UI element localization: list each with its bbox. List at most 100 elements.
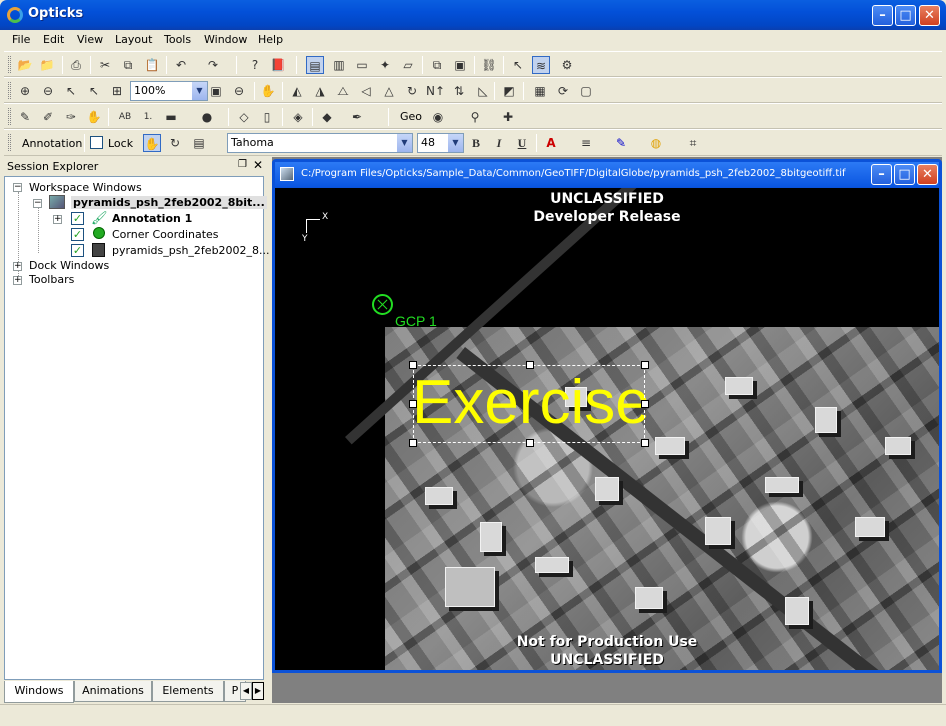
resize-handle[interactable] [526, 439, 534, 447]
cut-icon[interactable]: ✂ [96, 56, 114, 74]
resize-handle[interactable] [409, 439, 417, 447]
zoom-in-icon[interactable]: ⊕ [16, 82, 34, 100]
hand-icon[interactable]: ✋ [85, 108, 103, 126]
line-width-icon[interactable]: ≡ [577, 134, 595, 152]
pen-icon[interactable]: ✒ [348, 108, 366, 126]
menu-help[interactable]: Help [258, 33, 283, 46]
reset-orientation-icon[interactable]: △ [380, 82, 398, 100]
geo-point-icon[interactable]: ◉ [429, 108, 447, 126]
tree-item-dock-windows[interactable]: Dock Windows [29, 259, 109, 272]
book-icon[interactable]: 📕 [269, 56, 287, 74]
scroll-icon[interactable]: ▱ [399, 56, 417, 74]
menu-edit[interactable]: Edit [43, 33, 64, 46]
plugin-icon[interactable]: ✦ [376, 56, 394, 74]
crop-icon[interactable]: ⌗ [684, 134, 702, 152]
rotate-left-icon[interactable]: ◭ [288, 82, 306, 100]
image-window[interactable]: C:/Program Files/Opticks/Sample_Data/Com… [272, 159, 942, 673]
toolbar-grip[interactable] [8, 108, 11, 125]
toolbar-grip[interactable] [8, 56, 11, 73]
expand-icon[interactable]: + [53, 215, 62, 224]
print-icon[interactable]: ⎙ [67, 56, 85, 74]
child-minimize-button[interactable]: – [871, 164, 892, 185]
geo-marker-icon[interactable]: ✚ [499, 108, 517, 126]
scroll-left-icon[interactable]: ◀ [240, 682, 252, 700]
resize-handle[interactable] [641, 361, 649, 369]
menu-view[interactable]: View [77, 33, 103, 46]
copy-icon[interactable]: ⧉ [119, 56, 137, 74]
open-icon[interactable]: 📂 [16, 56, 34, 74]
zoom-to-fit-icon[interactable]: ▣ [207, 82, 225, 100]
properties-icon[interactable]: ⚙ [558, 56, 576, 74]
collapse-icon[interactable]: − [33, 199, 42, 208]
menu-file[interactable]: File [12, 33, 30, 46]
close-button[interactable]: ✕ [919, 5, 940, 26]
session-explorer-icon[interactable]: ▤ [306, 56, 324, 74]
tree-item-toolbars[interactable]: Toolbars [29, 273, 74, 286]
flip-horizontal-icon[interactable]: ⧍ [334, 82, 352, 100]
link-views-icon[interactable]: ⟳ [554, 82, 572, 100]
measure-icon[interactable]: ◈ [289, 108, 307, 126]
chevron-down-icon[interactable]: ▼ [396, 134, 412, 152]
resize-handle[interactable] [409, 400, 417, 408]
color-stretch-icon[interactable]: ◩ [500, 82, 518, 100]
bold-button[interactable]: B [467, 134, 485, 152]
child-maximize-button[interactable]: □ [894, 164, 915, 185]
rotate-right-icon[interactable]: ◮ [311, 82, 329, 100]
tree-item-workspace-windows[interactable]: Workspace Windows [29, 181, 142, 194]
chevron-down-icon[interactable]: ▼ [191, 82, 207, 100]
refresh-icon[interactable]: ↻ [403, 82, 421, 100]
corner-coordinates-checkbox[interactable]: ✓ [71, 228, 84, 241]
layer-select-icon[interactable]: ≋ [532, 56, 550, 74]
resize-handle[interactable] [641, 439, 649, 447]
title-bar[interactable]: Opticks – □ ✕ [0, 0, 946, 30]
pan-icon[interactable]: ✋ [259, 82, 277, 100]
tab-windows[interactable]: Windows [4, 681, 74, 703]
child-close-button[interactable]: ✕ [917, 164, 938, 185]
open-folder-icon[interactable]: 📁 [38, 56, 56, 74]
zoom-out-icon[interactable]: ⊖ [39, 82, 57, 100]
point-tool-icon[interactable]: ● [198, 108, 216, 126]
tree-item-dataset[interactable]: pyramids_psh_2feb2002_8bit... [71, 196, 267, 209]
flip-vertical-icon[interactable]: ◁ [357, 82, 375, 100]
maximize-button[interactable]: □ [895, 5, 916, 26]
menu-window[interactable]: Window [204, 33, 247, 46]
toolbar-grip[interactable] [8, 82, 11, 99]
line-color-icon[interactable]: ✎ [612, 134, 630, 152]
geo-pin-icon[interactable]: ⚲ [466, 108, 484, 126]
north-up-icon[interactable]: ⇅ [450, 82, 468, 100]
selection-box[interactable] [409, 361, 649, 447]
resize-handle[interactable] [526, 361, 534, 369]
redo-icon[interactable]: ↷ [204, 56, 222, 74]
pointer-icon[interactable]: ↖ [509, 56, 527, 74]
chip-image-icon[interactable]: ▦ [531, 82, 549, 100]
zoom-point-out-icon[interactable]: ↖ [85, 82, 103, 100]
zoom-combo[interactable]: 100% ▼ [130, 81, 208, 101]
tab-elements[interactable]: Elements [152, 681, 224, 702]
raster-layer-checkbox[interactable]: ✓ [71, 244, 84, 257]
image-canvas[interactable]: UNCLASSIFIED Developer Release Not for P… [275, 188, 939, 670]
font-size-combo[interactable]: 48 ▼ [417, 133, 464, 153]
resize-handle[interactable] [641, 400, 649, 408]
menu-layout[interactable]: Layout [115, 33, 152, 46]
triangle-icon[interactable]: ◺ [474, 82, 492, 100]
eraser-icon[interactable]: ◇ [235, 108, 253, 126]
tab-animations[interactable]: Animations [74, 681, 152, 702]
minimize-button[interactable]: – [872, 5, 893, 26]
north-arrow-icon[interactable]: N↑ [426, 82, 445, 100]
zoom-point-in-icon[interactable]: ↖ [62, 82, 80, 100]
underline-button[interactable]: U [513, 134, 531, 152]
pan-hand-icon[interactable]: ✋ [143, 134, 161, 152]
text-format-icon[interactable]: ▤ [190, 134, 208, 152]
resize-handle[interactable] [409, 361, 417, 369]
annotation-layer-checkbox[interactable]: ✓ [71, 212, 84, 225]
zoom-reset-icon[interactable]: ⊖ [230, 82, 248, 100]
line-tool-icon[interactable]: ▬ [162, 108, 180, 126]
paste-icon[interactable]: 📋 [143, 56, 161, 74]
tree-item-annotation[interactable]: Annotation 1 [112, 212, 192, 225]
scroll-right-icon[interactable]: ▶ [252, 682, 264, 700]
eraser-draw-icon[interactable]: ✑ [62, 108, 80, 126]
gcp-marker-icon[interactable] [372, 294, 393, 315]
text-color-icon[interactable]: A [542, 134, 560, 152]
fill-color-icon[interactable]: ◍ [647, 134, 665, 152]
font-name-combo[interactable]: Tahoma ▼ [227, 133, 413, 153]
